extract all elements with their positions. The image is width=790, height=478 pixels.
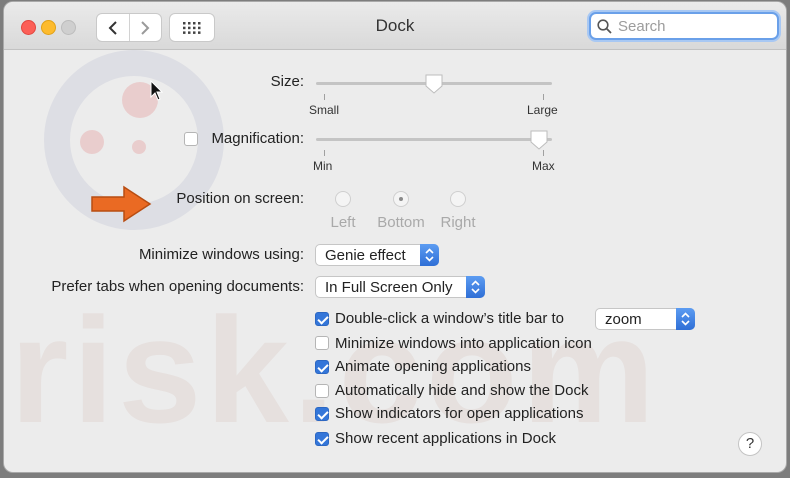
position-option-right: Right [440, 214, 476, 231]
size-tick-min [324, 94, 325, 100]
position-option-left: Left [330, 214, 356, 231]
magnification-max-label: Max [532, 159, 555, 173]
magnification-slider-thumb[interactable] [529, 129, 549, 151]
animate-opening-label: Animate opening applications [335, 358, 531, 375]
size-max-label: Large [527, 103, 558, 117]
magnification-min-label: Min [313, 159, 333, 173]
show-recent-checkbox[interactable] [315, 432, 329, 446]
popup-arrows-icon [466, 276, 485, 298]
size-min-label: Small [309, 103, 340, 117]
position-radio-bottom[interactable] [393, 191, 409, 207]
size-tick-max [543, 94, 544, 100]
minimize-into-icon-label: Minimize windows into application icon [335, 335, 592, 352]
minimize-into-icon-checkbox[interactable] [315, 336, 329, 350]
show-indicators-checkbox[interactable] [315, 407, 329, 421]
double-click-action-value: zoom [605, 311, 642, 328]
size-slider-thumb[interactable] [424, 73, 444, 95]
double-click-checkbox[interactable] [315, 312, 329, 326]
watermark-dot [80, 130, 104, 154]
magnification-tick-max [543, 150, 544, 156]
magnification-tick-min [324, 150, 325, 156]
search-input[interactable] [616, 16, 770, 36]
magnification-label: Magnification: [211, 130, 304, 147]
prefer-tabs-value: In Full Screen Only [325, 279, 453, 296]
double-click-action-popup[interactable]: zoom [595, 308, 695, 330]
minimize-effect-value: Genie effect [325, 247, 406, 264]
prefer-tabs-label: Prefer tabs when opening documents: [51, 278, 304, 295]
dock-preferences-window: risk.com Dock Search Size: Small Large M… [4, 2, 786, 472]
watermark-dot [132, 140, 146, 154]
prefer-tabs-popup[interactable]: In Full Screen Only [315, 276, 485, 298]
position-radio-right[interactable] [450, 191, 466, 207]
autohide-dock-checkbox[interactable] [315, 384, 329, 398]
animate-opening-checkbox[interactable] [315, 360, 329, 374]
double-click-label: Double-click a window’s title bar to [335, 310, 564, 327]
autohide-dock-label: Automatically hide and show the Dock [335, 382, 589, 399]
mouse-pointer-icon [150, 80, 164, 101]
title-bar: Dock [4, 2, 786, 50]
position-option-bottom: Bottom [377, 214, 425, 231]
show-recent-label: Show recent applications in Dock [335, 430, 556, 447]
size-label: Size: [270, 73, 304, 90]
show-indicators-label: Show indicators for open applications [335, 405, 584, 422]
search-field[interactable] [589, 12, 779, 40]
help-button[interactable]: ? [738, 432, 762, 456]
minimize-label: Minimize windows using: [138, 246, 304, 263]
position-label: Position on screen: [176, 190, 304, 207]
orange-arrow-icon [91, 185, 152, 223]
popup-arrows-icon [420, 244, 439, 266]
position-radio-left[interactable] [335, 191, 351, 207]
magnification-slider-track[interactable] [316, 138, 552, 141]
search-icon [597, 18, 612, 34]
popup-arrows-icon [676, 308, 695, 330]
minimize-effect-popup[interactable]: Genie effect [315, 244, 439, 266]
